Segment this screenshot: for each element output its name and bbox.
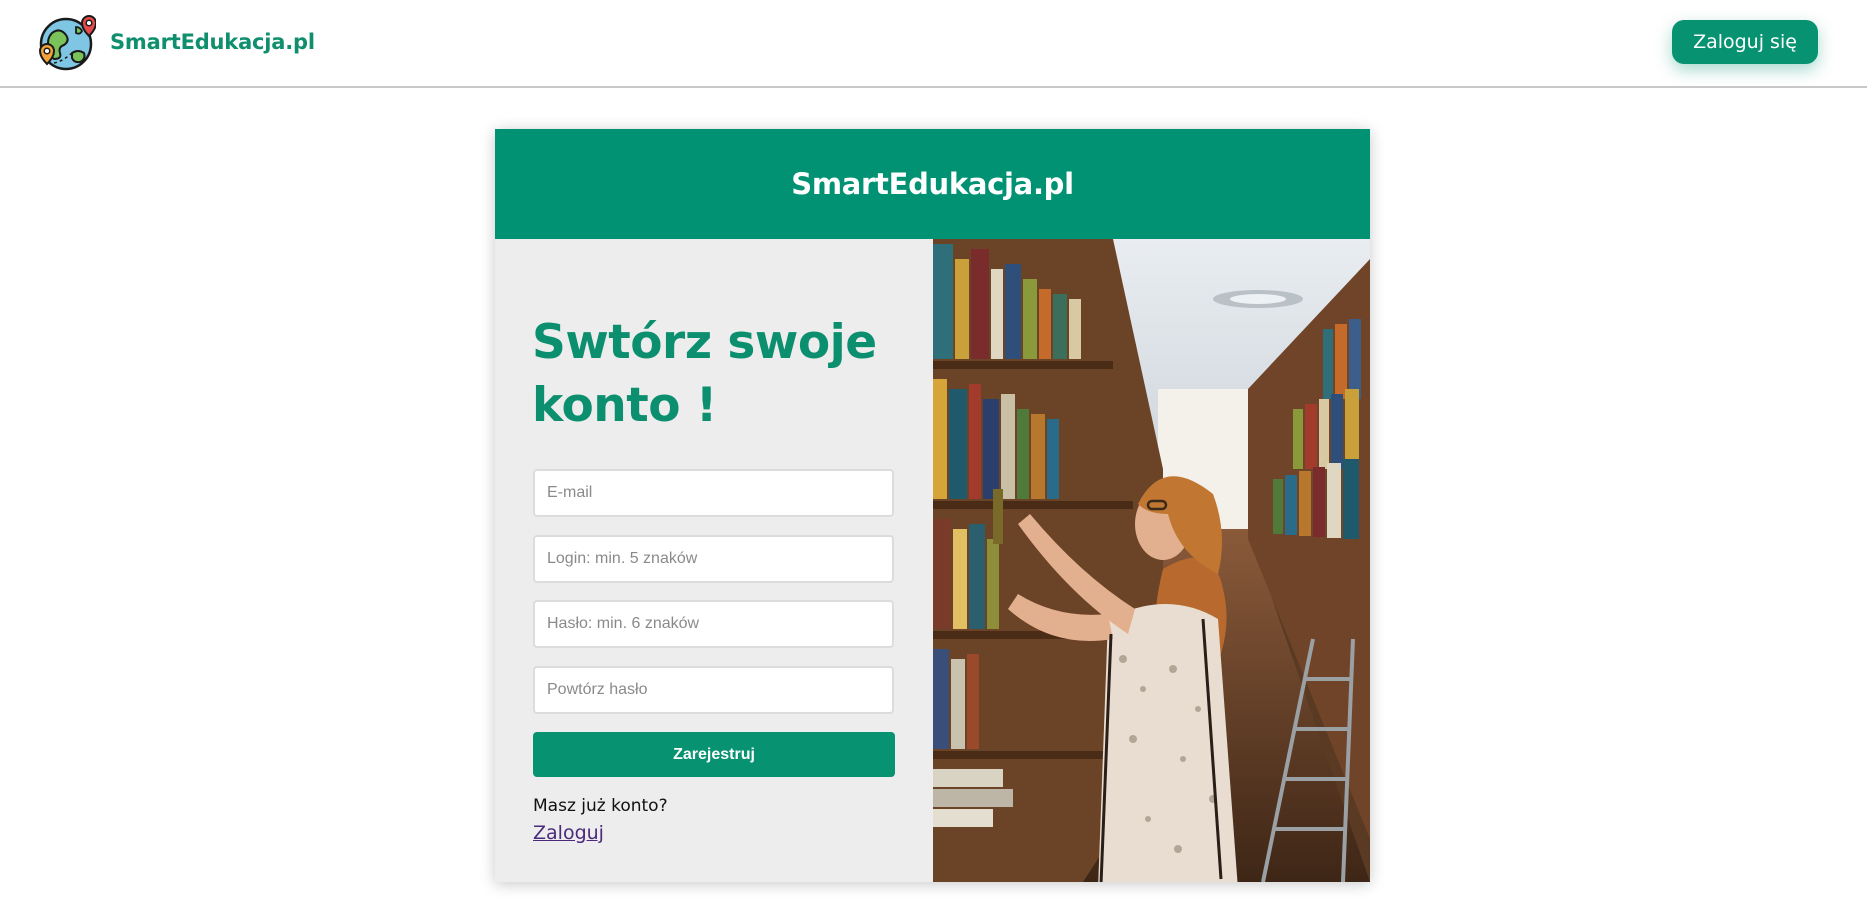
repeat-password-field[interactable] xyxy=(533,666,894,714)
library-photo xyxy=(933,239,1370,882)
login-link[interactable]: Zaloguj xyxy=(533,822,604,844)
top-navbar: SmartEdukacja.pl Zaloguj się xyxy=(0,0,1867,88)
brand-name: SmartEdukacja.pl xyxy=(110,30,315,54)
brand[interactable]: SmartEdukacja.pl xyxy=(38,13,315,71)
card-header: SmartEdukacja.pl xyxy=(495,129,1370,239)
register-button[interactable]: Zarejestruj xyxy=(533,732,895,777)
password-field[interactable] xyxy=(533,600,894,648)
login-field[interactable] xyxy=(533,535,894,583)
register-card: SmartEdukacja.pl Swtórz swoje konto ! Za… xyxy=(495,129,1370,882)
have-account-text: Masz już konto? xyxy=(533,796,668,816)
library-photo-illustration xyxy=(933,239,1370,882)
login-button[interactable]: Zaloguj się xyxy=(1672,20,1818,64)
card-title: SmartEdukacja.pl xyxy=(791,167,1074,201)
register-form: Swtórz swoje konto ! Zarejestruj Masz ju… xyxy=(495,239,933,882)
page-title: Swtórz swoje konto ! xyxy=(532,315,877,433)
globe-logo-icon xyxy=(38,15,96,71)
email-field[interactable] xyxy=(533,469,894,517)
